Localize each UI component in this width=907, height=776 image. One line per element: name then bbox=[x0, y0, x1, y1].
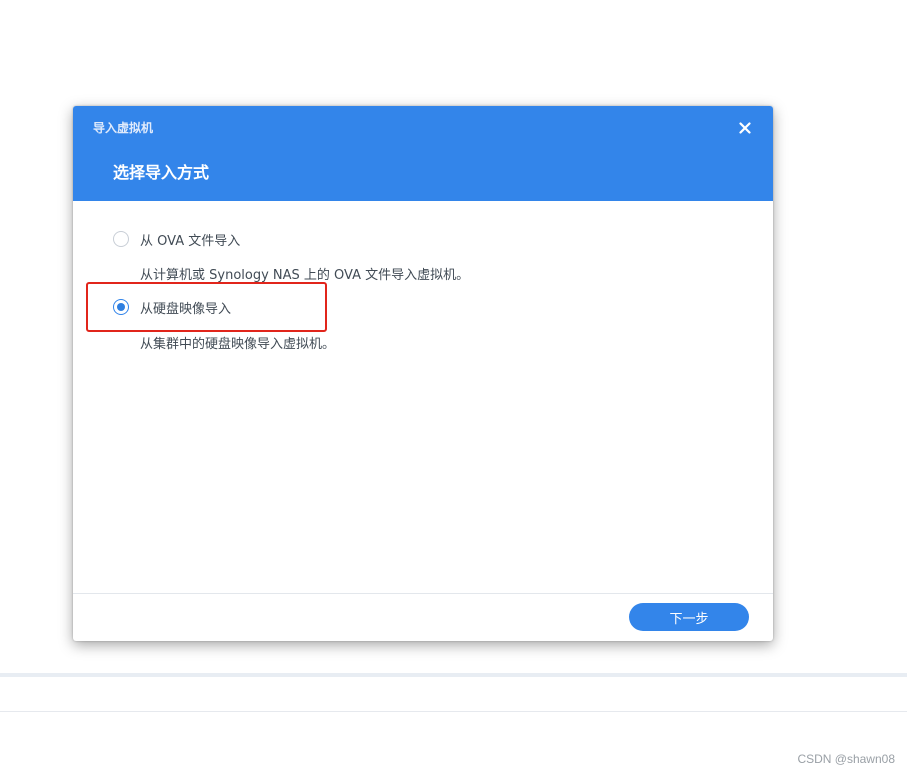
footer-divider bbox=[73, 593, 773, 594]
import-vm-dialog: 导入虚拟机 选择导入方式 从 OVA 文件导入 从计算机或 Synology N… bbox=[73, 106, 773, 641]
close-button[interactable] bbox=[733, 116, 757, 140]
watermark: CSDN @shawn08 bbox=[797, 752, 895, 766]
step-title: 选择导入方式 bbox=[113, 163, 210, 182]
window-title: 导入虚拟机 bbox=[93, 121, 154, 135]
option-import-from-ova[interactable]: 从 OVA 文件导入 bbox=[113, 228, 240, 250]
page: 导入虚拟机 选择导入方式 从 OVA 文件导入 从计算机或 Synology N… bbox=[0, 0, 907, 776]
option-description-ova: 从计算机或 Synology NAS 上的 OVA 文件导入虚拟机。 bbox=[140, 268, 470, 283]
next-button[interactable]: 下一步 bbox=[629, 603, 749, 631]
close-icon bbox=[739, 122, 751, 134]
background-divider bbox=[0, 673, 907, 677]
background-divider bbox=[0, 711, 907, 712]
radio-disk-image[interactable] bbox=[113, 299, 129, 315]
option-label-ova: 从 OVA 文件导入 bbox=[140, 233, 241, 249]
option-description-disk-image: 从集群中的硬盘映像导入虚拟机。 bbox=[140, 337, 336, 352]
radio-ova[interactable] bbox=[113, 231, 129, 247]
dialog-header: 导入虚拟机 选择导入方式 bbox=[73, 106, 773, 201]
option-import-from-disk-image[interactable]: 从硬盘映像导入 bbox=[113, 296, 231, 318]
option-label-disk-image: 从硬盘映像导入 bbox=[140, 301, 232, 317]
